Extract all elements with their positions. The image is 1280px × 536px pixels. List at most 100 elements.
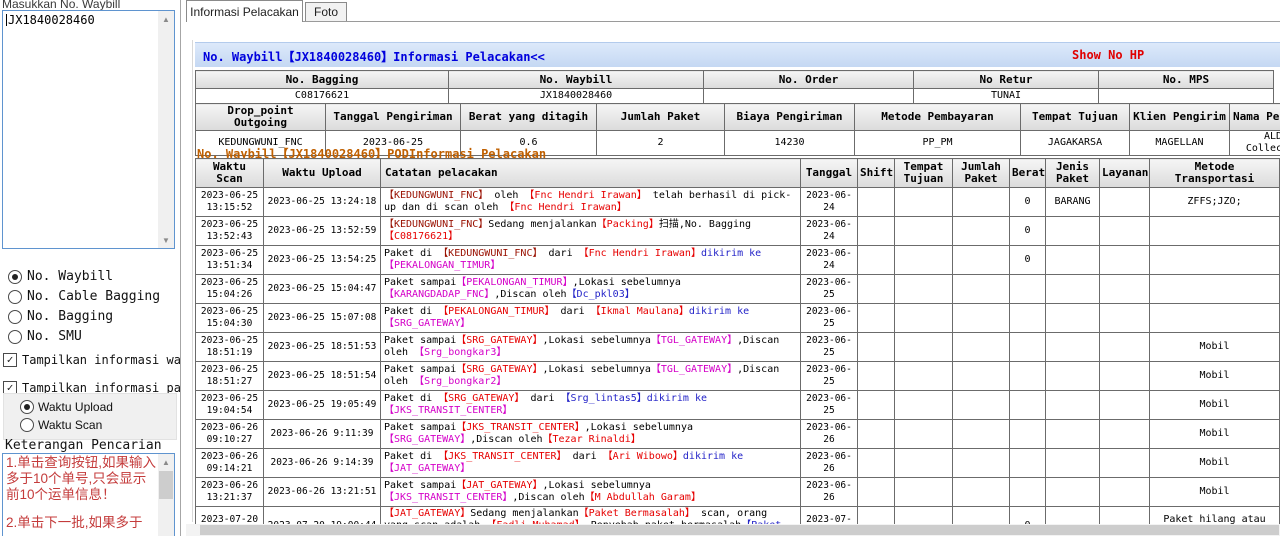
tab-label: Foto (313, 5, 338, 19)
show-no-hp-link[interactable]: Show No HP (1072, 48, 1144, 62)
note-segment: 【KARANGDADAP_FNC】 (384, 289, 495, 300)
search-type-option-3[interactable]: No. SMU (8, 327, 160, 346)
tracking-cell-tempat (894, 332, 953, 362)
tracking-cell-shift (857, 245, 895, 275)
search-type-option-1[interactable]: No. Cable Bagging (8, 287, 160, 306)
tracking-cell-tempat (894, 303, 953, 333)
tracking-cell-berat (1009, 419, 1046, 449)
scrollbar-thumb[interactable] (159, 471, 173, 499)
tracking-cell-upload: 2023-06-26 9:14:39 (263, 448, 381, 478)
tabstrip-divider (186, 21, 1280, 22)
tracking-cell-layanan (1099, 390, 1150, 420)
tracking-cell-berat (1009, 390, 1046, 420)
tracking-cell-tanggal: 2023-06-26 (800, 477, 858, 507)
radio-button[interactable] (8, 309, 22, 324)
tracking-row[interactable]: 2023-06-25 13:15:52 2023-06-25 13:24:18 【K… (195, 187, 1280, 217)
radio-button[interactable] (8, 289, 22, 304)
search-type-option-0[interactable]: No. Waybill (8, 267, 160, 286)
time-mode-panel: Waktu Upload Waktu Scan (3, 393, 177, 440)
radio-button[interactable] (20, 418, 34, 432)
radio-button[interactable] (8, 269, 22, 284)
tracking-cell-upload: 2023-06-26 9:11:39 (263, 419, 381, 449)
tracking-events-table: Waktu Scan Waktu Upload Catatan pelacakan T… (195, 158, 1280, 536)
tracking-cell-note: Paket di 【PEKALONGAN_TIMUR】 dari 【Ikmal … (380, 303, 801, 333)
note-segment: Paket sampai (384, 364, 457, 375)
tracking-cell-shift (857, 303, 895, 333)
keterangan-label: Keterangan Pencarian (5, 438, 162, 453)
tracking-cell-jenis (1045, 477, 1100, 507)
search-type-option-label: No. Bagging (27, 309, 114, 324)
tracking-cell-tanggal: 2023-06-25 (800, 303, 858, 333)
tracking-row[interactable]: 2023-06-25 13:52:43 2023-06-25 13:52:59 【K… (195, 216, 1280, 246)
time-mode-radio-group: Waktu Upload Waktu Scan (20, 398, 113, 434)
waybill-summary-value-row[interactable]: C08176621 JX1840028460 TUNAI (195, 88, 1274, 104)
scrollbar-thumb[interactable] (200, 525, 1279, 535)
search-type-option-2[interactable]: No. Bagging (8, 307, 160, 326)
tracking-header-cell: Jenis Paket (1045, 158, 1100, 188)
tracking-row[interactable]: 2023-06-26 09:14:21 2023-06-26 9:14:39 Pak… (195, 448, 1280, 478)
tracking-cell-tempat (894, 216, 953, 246)
shipment-detail-header-row: Drop_point Outgoing Tanggal Pengiriman Ber… (195, 103, 1280, 131)
tracking-cell-jenis: BARANG (1045, 187, 1100, 217)
tracking-cell-jumlah (952, 245, 1010, 275)
tracking-cell-note: Paket sampai【JKS_TRANSIT_CENTER】,Lokasi … (380, 419, 801, 449)
tracking-row[interactable]: 2023-06-25 19:04:54 2023-06-25 19:05:49 Pa… (195, 390, 1280, 420)
tracking-cell-layanan (1099, 419, 1150, 449)
tracking-cell-berat: 0 (1009, 216, 1046, 246)
note-segment: 【Ari Wibowo】 (602, 451, 683, 462)
tab-foto[interactable]: Foto (305, 2, 347, 21)
tracking-cell-jumlah (952, 361, 1010, 391)
shipment-detail-header-cell: Biaya Pengiriman (724, 103, 855, 131)
tracking-cell-jumlah (952, 419, 1010, 449)
time-mode-option-0[interactable]: Waktu Upload (20, 398, 113, 416)
scroll-up-icon[interactable]: ▲ (158, 11, 174, 27)
search-type-option-label: No. Waybill (27, 269, 114, 284)
tracking-header-cell: Layanan (1099, 158, 1150, 188)
waybill-header-title: No. Waybill【JX1840028460】Informasi Pelac… (203, 50, 545, 64)
tracking-cell-jumlah (952, 274, 1010, 304)
tracking-cell-tanggal: 2023-06-25 (800, 390, 858, 420)
waybill-scrollbar[interactable]: ▲ ▼ (158, 11, 174, 248)
note-segment: 【Paket Bermasalah】 (578, 508, 695, 519)
horizontal-scrollbar[interactable] (186, 524, 1280, 536)
note-segment: ,Discan oleh (470, 434, 543, 445)
tracking-cell-tempat (894, 274, 953, 304)
note-segment: ,Lokasi sebelumnya (542, 364, 651, 375)
waybill-textarea[interactable]: JX1840028460 ▲ ▼ (2, 10, 175, 249)
note-segment: 【JAT_GATEWAY】 (456, 480, 543, 491)
note-segment: Paket sampai (384, 277, 457, 288)
keterangan-scrollbar[interactable]: ▲ (158, 454, 174, 536)
waybill-summary-value-cell (1098, 88, 1274, 104)
tracking-cell-metode (1149, 274, 1280, 304)
note-segment: 【TGL_GATEWAY】 (650, 335, 738, 346)
note-segment: 【JAT_GATEWAY】 (384, 463, 471, 474)
sidebar: Masukkan No. Waybill JX1840028460 ▲ ▼ No… (0, 0, 181, 536)
time-mode-option-1[interactable]: Waktu Scan (20, 416, 113, 434)
tracking-row[interactable]: 2023-06-26 13:21:37 2023-06-26 13:21:51 Pa… (195, 477, 1280, 507)
waybill-header-bar: No. Waybill【JX1840028460】Informasi Pelac… (195, 42, 1280, 67)
checkbox[interactable]: ✓ (3, 352, 17, 367)
tracking-row[interactable]: 2023-06-25 15:04:30 2023-06-25 15:07:08 Pa… (195, 303, 1280, 333)
tracking-row[interactable]: 2023-06-25 18:51:27 2023-06-25 18:51:54 Pa… (195, 361, 1280, 391)
radio-button[interactable] (20, 400, 34, 414)
waybill-summary-value-cell (703, 88, 914, 104)
tracking-cell-jenis (1045, 332, 1100, 362)
tracking-row[interactable]: 2023-06-25 13:51:34 2023-06-25 13:54:25 Pa… (195, 245, 1280, 275)
scroll-up-icon[interactable]: ▲ (158, 454, 174, 470)
tab-informasi-pelacakan[interactable]: Informasi Pelacakan (186, 0, 303, 22)
tracking-cell-tempat (894, 187, 953, 217)
tracking-row[interactable]: 2023-06-26 09:10:27 2023-06-26 9:11:39 Pak… (195, 419, 1280, 449)
scroll-down-icon[interactable]: ▼ (158, 232, 174, 248)
tracking-row[interactable]: 2023-06-25 18:51:19 2023-06-25 18:51:53 Pa… (195, 332, 1280, 362)
radio-button[interactable] (8, 329, 22, 344)
tracking-row[interactable]: 2023-06-25 15:04:26 2023-06-25 15:04:47 Pa… (195, 274, 1280, 304)
tracking-cell-tempat (894, 477, 953, 507)
tracking-cell-shift (857, 477, 895, 507)
display-option-0[interactable]: ✓ Tampilkan informasi way (3, 350, 180, 369)
tracking-cell-jenis (1045, 245, 1100, 275)
keterangan-box[interactable]: 1.单击查询按钮,如果输入多于10个单号,只会显示前10个运单信息！ 2.单击下… (2, 453, 175, 536)
shipment-detail-value-cell: ALDR Collection (1229, 130, 1280, 156)
tracking-cell-metode: Mobil (1149, 332, 1280, 362)
note-segment: 【PEKALONGAN_TIMUR】 (438, 306, 555, 317)
tracking-cell-note: 【KEDUNGWUNI_FNC】Sedang menjalankan【Packi… (380, 216, 801, 246)
